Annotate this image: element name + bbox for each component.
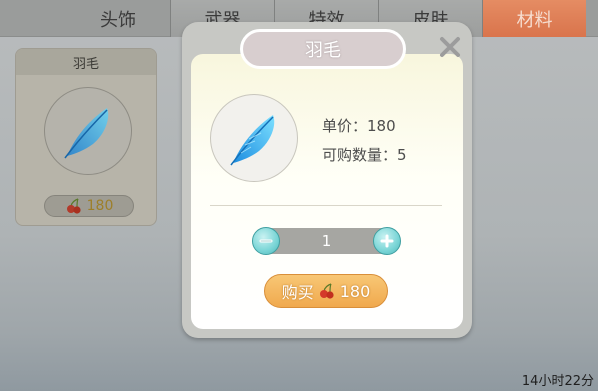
minus-icon — [259, 239, 273, 243]
tab-headwear[interactable]: 头饰 — [66, 0, 170, 37]
item-name-bar: 羽毛 — [16, 49, 156, 75]
tab-materials[interactable]: 材料 — [482, 0, 586, 37]
item-price-pill: 180 — [44, 195, 134, 217]
dialog-title-bar: 羽毛 — [240, 29, 406, 69]
item-icon-frame — [44, 87, 132, 175]
unit-price-text: 单价：180 — [322, 117, 396, 135]
item-card-feather[interactable]: 羽毛 180 — [15, 48, 157, 226]
cherry-icon — [319, 283, 334, 299]
tab-materials-label: 材料 — [516, 9, 553, 31]
dialog-title: 羽毛 — [305, 40, 341, 61]
close-icon — [440, 37, 460, 57]
buy-button-price: 180 — [339, 281, 371, 301]
feather-icon — [64, 108, 109, 159]
item-name: 羽毛 — [72, 56, 99, 72]
close-button[interactable] — [437, 34, 463, 60]
buy-button[interactable]: 购买 180 — [264, 274, 388, 308]
increase-button[interactable] — [373, 227, 401, 255]
purchasable-quantity-text: 可购数量：5 — [322, 146, 407, 164]
refresh-timer: 14小时22分 — [521, 374, 594, 389]
feather-icon — [230, 115, 275, 166]
cherry-icon — [66, 198, 81, 214]
buy-button-label: 购买 — [281, 283, 314, 302]
item-price: 180 — [86, 198, 114, 214]
quantity-stepper: 1 — [252, 227, 401, 255]
divider — [210, 205, 442, 206]
decrease-button[interactable] — [252, 227, 280, 255]
dialog-item-icon-frame — [210, 94, 298, 182]
plus-icon — [380, 234, 394, 248]
purchase-dialog: 羽毛 单价：180 可购数量：5 1 购买 180 — [182, 22, 472, 338]
quantity-value[interactable]: 1 — [284, 228, 369, 254]
tab-headwear-label: 头饰 — [100, 9, 136, 31]
